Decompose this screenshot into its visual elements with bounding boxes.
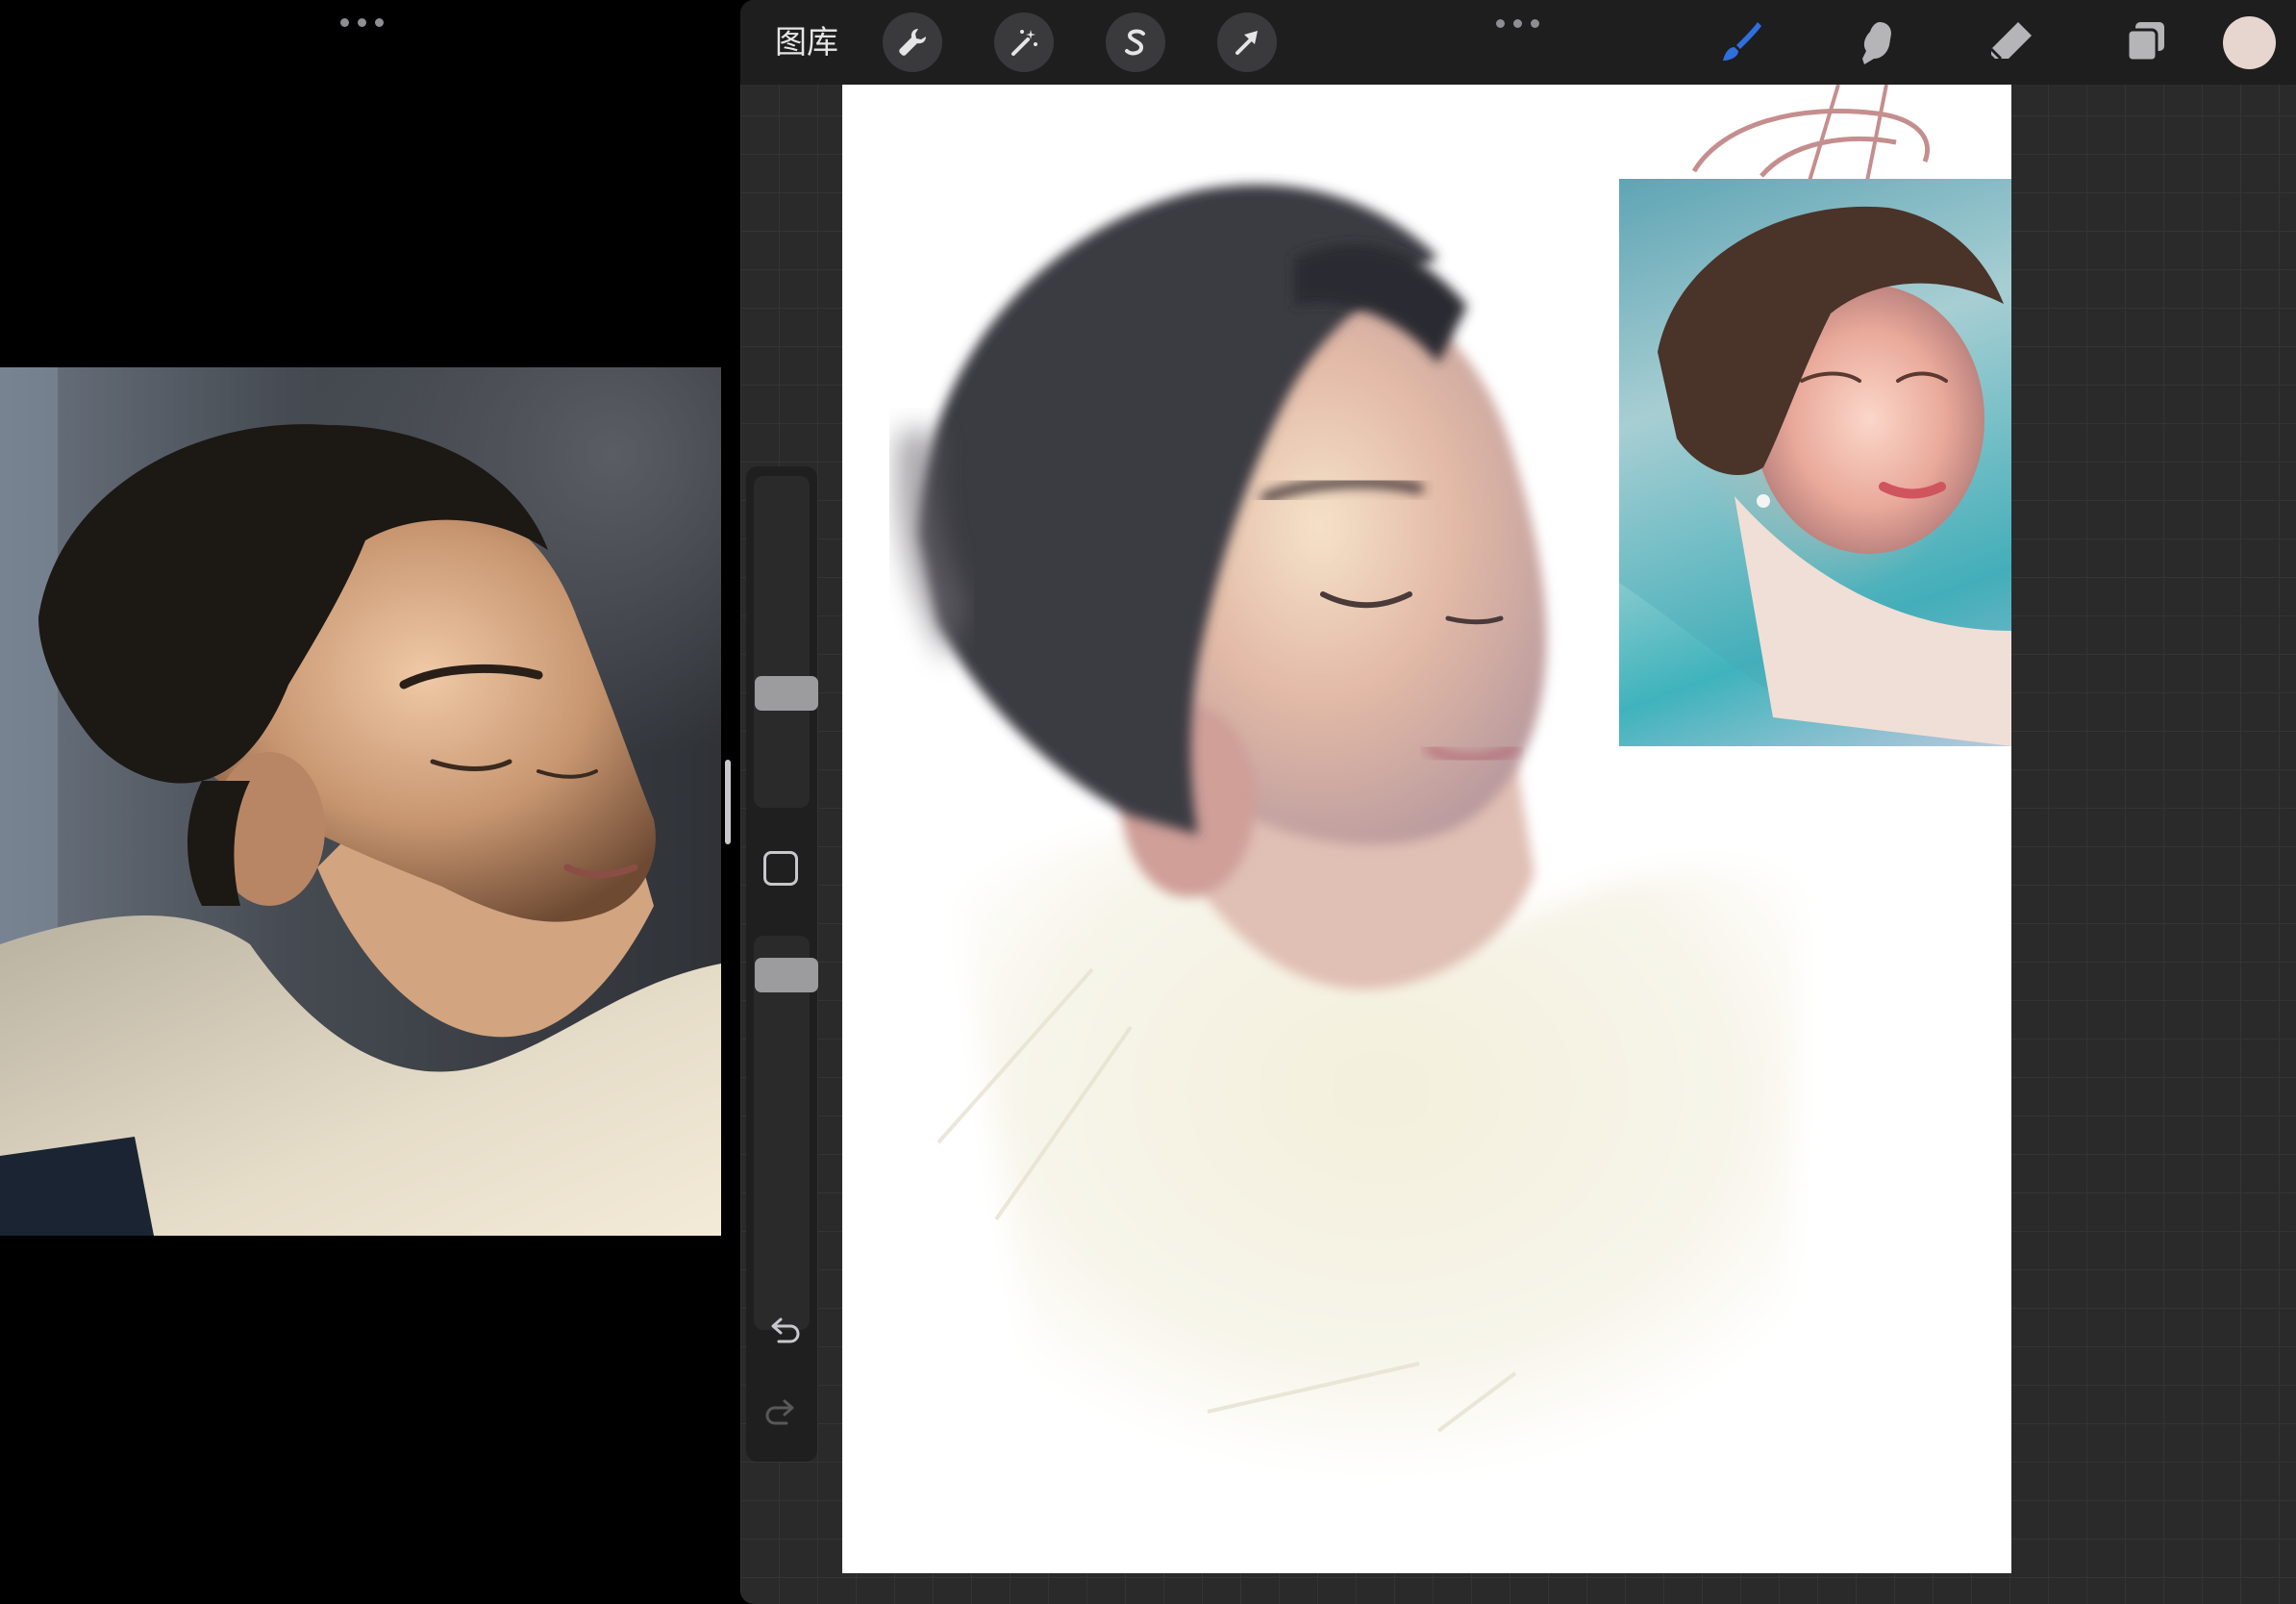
wrench-icon[interactable] [883,13,942,72]
split-view-divider[interactable] [725,760,731,844]
reference-image-window[interactable] [1619,179,2011,746]
more-icon[interactable] [1496,11,1539,36]
brush-size-thumb[interactable] [755,676,818,711]
sketch-lines [1691,85,1930,181]
procreate-app: 图库 [740,0,2296,1604]
drawing-canvas[interactable] [842,85,2011,1573]
smudge-finger-icon[interactable] [1848,13,1906,71]
opacity-thumb[interactable] [755,958,818,992]
reference-photo [0,367,721,1236]
eraser-icon[interactable] [1983,13,2040,71]
sidebar [746,466,818,1462]
gallery-button[interactable]: 图库 [775,19,838,65]
more-icon[interactable] [340,10,384,35]
color-picker-button[interactable] [2223,16,2276,69]
magic-wand-icon[interactable] [994,13,1054,72]
brush-icon[interactable] [1712,13,1770,71]
modify-button[interactable] [763,851,798,886]
layers-icon[interactable] [2117,13,2175,71]
redo-icon[interactable] [763,1394,802,1433]
selection-s-icon[interactable] [1106,13,1165,72]
top-toolbar: 图库 [740,0,2296,85]
opacity-slider[interactable] [754,936,810,1330]
undo-icon[interactable] [763,1313,802,1351]
reference-photo-pane [0,0,731,1604]
arrow-cursor-icon[interactable] [1217,13,1277,72]
brush-size-slider[interactable] [754,476,810,808]
